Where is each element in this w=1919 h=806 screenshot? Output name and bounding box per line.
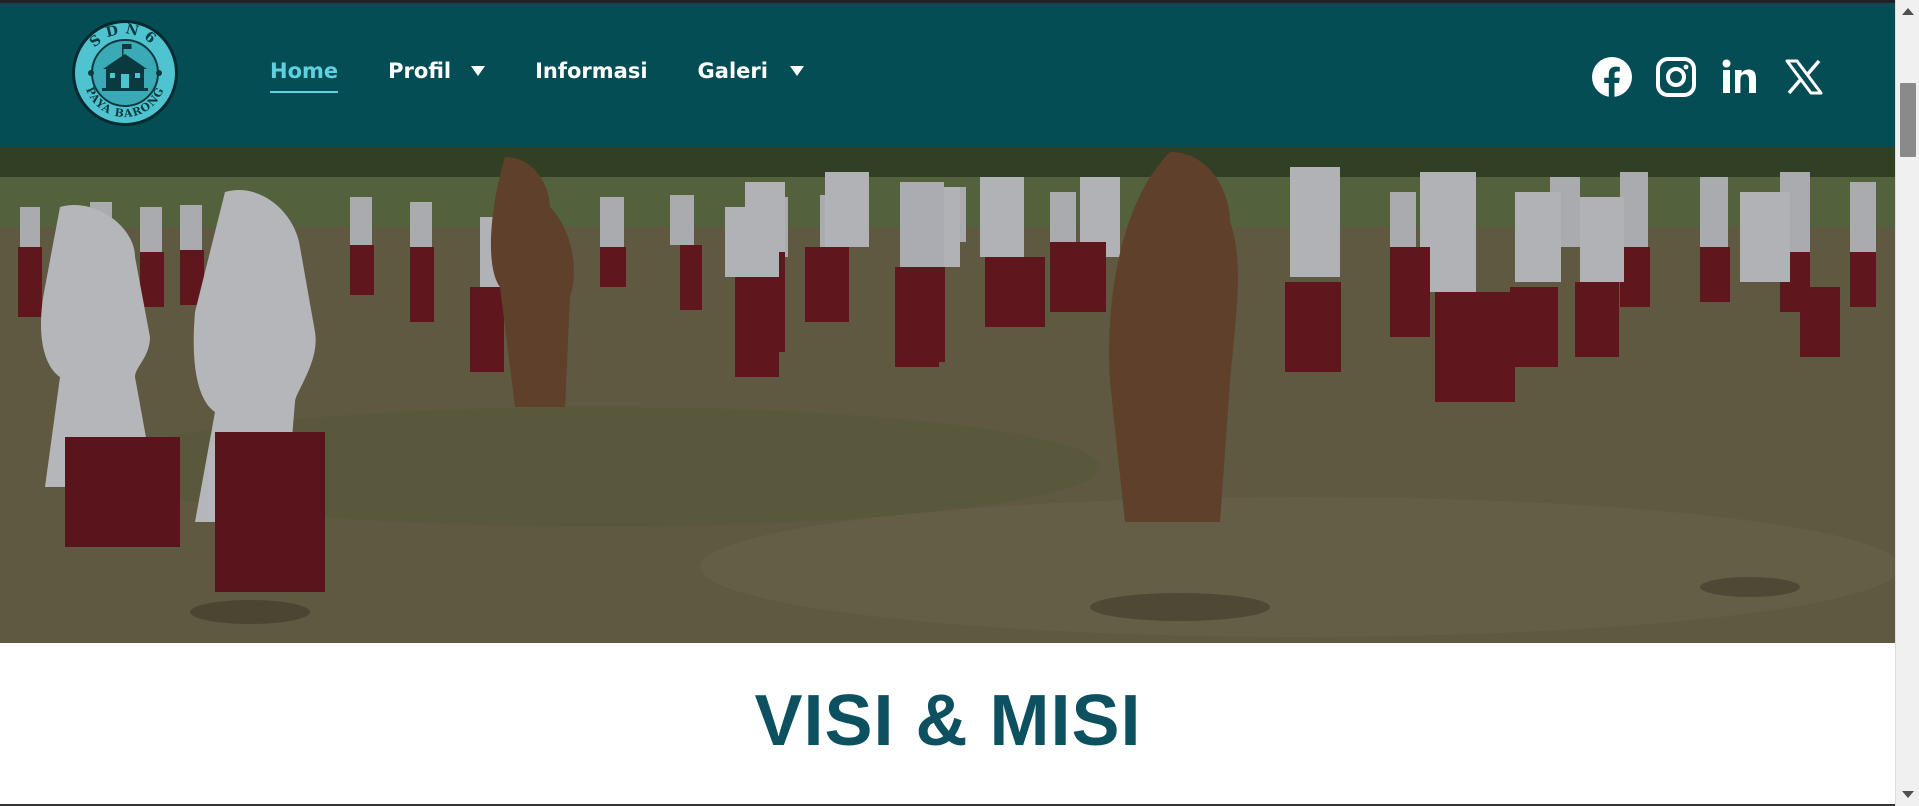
nav-galeri[interactable]: Galeri (698, 59, 804, 83)
scroll-up-icon[interactable] (1902, 8, 1914, 15)
main-nav: Home Profil Informasi Galeri (270, 59, 854, 93)
nav-profil[interactable]: Profil (388, 59, 486, 83)
instagram-icon[interactable] (1654, 55, 1698, 99)
scroll-down-icon[interactable] (1902, 791, 1914, 798)
section-title: VISI & MISI (754, 681, 1142, 761)
school-logo[interactable]: SDN6 PAYA BARONG (70, 18, 180, 128)
hero-image (0, 147, 1896, 643)
chevron-down-icon (789, 66, 804, 76)
site-header: SDN6 PAYA BARONG Home Profil Informasi G… (0, 3, 1896, 147)
nav-home-label: Home (270, 59, 339, 83)
chevron-down-icon (471, 66, 486, 76)
social-links (1570, 55, 1826, 99)
nav-home[interactable]: Home (270, 59, 339, 93)
x-icon[interactable] (1782, 55, 1826, 99)
linkedin-icon[interactable] (1718, 55, 1762, 99)
nav-informasi-label: Informasi (535, 59, 648, 83)
scrollbar-thumb[interactable] (1900, 83, 1916, 157)
nav-galeri-label: Galeri (697, 59, 768, 83)
page-scrollbar[interactable] (1895, 0, 1919, 806)
facebook-icon[interactable] (1590, 55, 1634, 99)
hero-overlay (0, 147, 1896, 643)
nav-profil-label: Profil (388, 59, 452, 83)
nav-informasi[interactable]: Informasi (535, 59, 647, 83)
